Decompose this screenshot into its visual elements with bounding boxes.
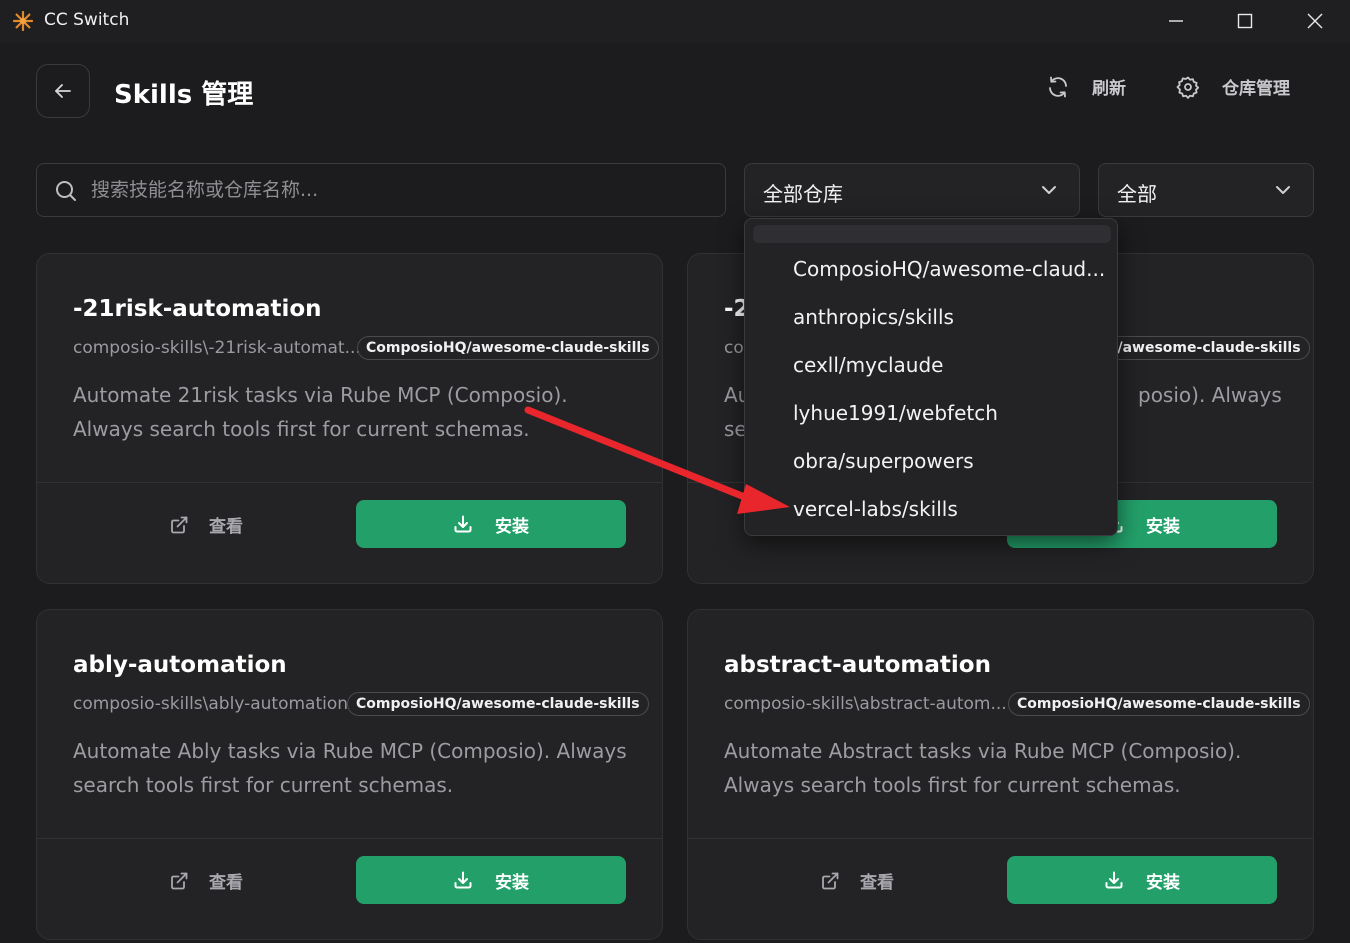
back-button[interactable] <box>36 64 90 118</box>
download-icon <box>454 515 472 533</box>
minimize-button[interactable] <box>1141 0 1211 42</box>
close-icon <box>1307 13 1323 29</box>
refresh-label: 刷新 <box>1092 79 1126 99</box>
skill-name: ably-automation <box>73 652 287 678</box>
repo-dropdown-menu: ComposioHQ/awesome-claud... anthropics/s… <box>744 218 1118 536</box>
search-input[interactable] <box>91 164 711 216</box>
skill-path: composio-skills\ably-automation <box>73 694 349 714</box>
install-label: 安装 <box>1146 516 1180 537</box>
install-label: 安装 <box>495 872 529 893</box>
dropdown-option[interactable]: lyhue1991/webfetch <box>793 401 998 425</box>
search-icon <box>56 181 76 201</box>
skill-description: Automate 21risk tasks via Rube MCP (Comp… <box>73 383 568 441</box>
repo-select-value: 全部仓库 <box>763 182 843 206</box>
skill-card: ably-automation composio-skills\ably-aut… <box>36 609 663 940</box>
status-select[interactable]: 全部 <box>1098 163 1314 217</box>
dropdown-option[interactable]: anthropics/skills <box>793 305 954 329</box>
card-divider <box>37 838 662 839</box>
search-box <box>36 163 726 217</box>
dropdown-option[interactable]: cexll/myclaude <box>793 353 943 377</box>
install-label: 安装 <box>1146 872 1180 893</box>
page-title: Skills 管理 <box>114 80 254 110</box>
repo-badge: ComposioHQ/awesome-claude-skills <box>357 336 659 360</box>
repo-manage-button[interactable]: 仓库管理 <box>1176 74 1290 99</box>
gear-icon <box>1176 76 1200 99</box>
description-fragment: posio). Always <box>1138 383 1282 407</box>
repo-badge: ComposioHQ/awesome-claude-skills <box>347 692 649 716</box>
skill-card: abstract-automation composio-skills\abst… <box>687 609 1314 940</box>
card-divider <box>37 482 662 483</box>
skill-name: -21risk-automation <box>73 296 322 322</box>
view-label: 查看 <box>209 517 243 537</box>
dropdown-option[interactable]: vercel-labs/skills <box>793 497 958 521</box>
view-label: 查看 <box>860 873 894 893</box>
skill-path: co <box>724 338 744 358</box>
external-link-icon <box>822 872 839 889</box>
skill-path: composio-skills\-21risk-automat... <box>73 338 361 358</box>
refresh-icon <box>1049 76 1067 97</box>
card-divider <box>688 838 1313 839</box>
refresh-button[interactable]: 刷新 <box>1046 74 1126 99</box>
close-button[interactable] <box>1280 0 1350 42</box>
skill-description: Automate Ably tasks via Rube MCP (Compos… <box>73 739 627 797</box>
dropdown-option[interactable]: ComposioHQ/awesome-claud... <box>793 257 1105 281</box>
skill-card: -21risk-automation composio-skills\-21ri… <box>36 253 663 584</box>
minimize-icon <box>1169 20 1183 22</box>
maximize-icon <box>1237 13 1253 29</box>
dropdown-scroll-highlight <box>753 225 1111 243</box>
window-title: CC Switch <box>44 10 130 30</box>
skill-path: composio-skills\abstract-autom... <box>724 694 1007 714</box>
view-button[interactable]: 查看 <box>169 512 243 537</box>
external-link-icon <box>171 872 188 889</box>
install-button[interactable]: 安装 <box>356 500 626 548</box>
repo-badge: ComposioHQ/awesome-claude-skills <box>1008 692 1310 716</box>
dropdown-option[interactable]: obra/superpowers <box>793 449 974 473</box>
skill-description: Automate Abstract tasks via Rube MCP (Co… <box>724 739 1242 797</box>
view-label: 查看 <box>209 873 243 893</box>
back-arrow-icon <box>55 84 71 98</box>
chevron-down-icon <box>1276 186 1290 194</box>
view-button[interactable]: 查看 <box>820 868 894 893</box>
repo-select[interactable]: 全部仓库 <box>744 163 1080 217</box>
download-icon <box>1105 871 1123 889</box>
download-icon <box>454 871 472 889</box>
title-bar: CC Switch <box>0 0 1350 42</box>
install-button[interactable]: 安装 <box>1007 856 1277 904</box>
repo-manage-label: 仓库管理 <box>1222 79 1290 99</box>
skill-name: abstract-automation <box>724 652 991 678</box>
status-select-value: 全部 <box>1117 182 1157 206</box>
install-label: 安装 <box>495 516 529 537</box>
maximize-button[interactable] <box>1210 0 1280 42</box>
view-button[interactable]: 查看 <box>169 868 243 893</box>
install-button[interactable]: 安装 <box>356 856 626 904</box>
external-link-icon <box>171 516 188 533</box>
chevron-down-icon <box>1042 186 1056 194</box>
app-logo-icon <box>13 11 33 31</box>
